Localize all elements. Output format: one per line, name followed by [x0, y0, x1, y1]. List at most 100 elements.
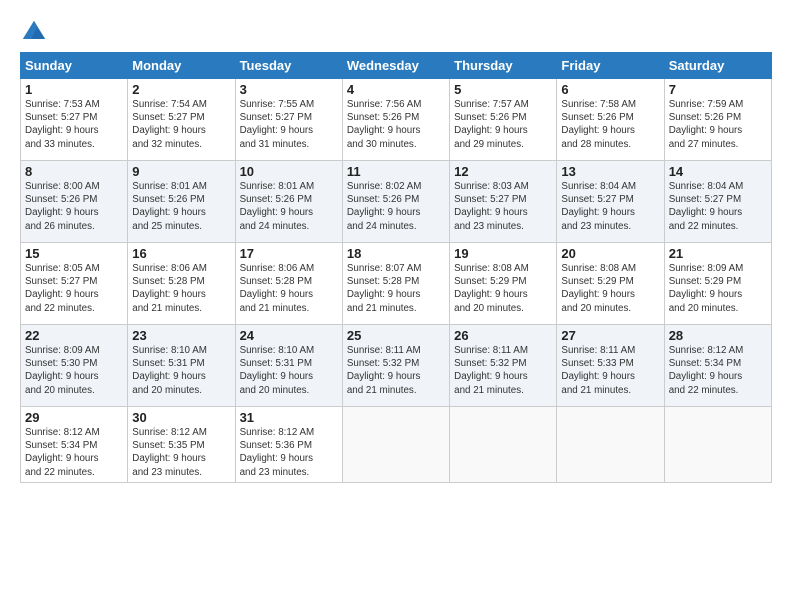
day-number: 24: [240, 328, 338, 343]
day-info: Sunrise: 8:11 AMSunset: 5:32 PMDaylight:…: [454, 344, 552, 397]
calendar-cell: 12Sunrise: 8:03 AMSunset: 5:27 PMDayligh…: [450, 161, 557, 243]
day-info: Sunrise: 8:02 AMSunset: 5:26 PMDaylight:…: [347, 180, 445, 233]
calendar-cell: 17Sunrise: 8:06 AMSunset: 5:28 PMDayligh…: [235, 243, 342, 325]
day-number: 20: [561, 246, 659, 261]
calendar-cell: 30Sunrise: 8:12 AMSunset: 5:35 PMDayligh…: [128, 407, 235, 483]
calendar-header-friday: Friday: [557, 53, 664, 79]
calendar-header-thursday: Thursday: [450, 53, 557, 79]
day-info: Sunrise: 8:00 AMSunset: 5:26 PMDaylight:…: [25, 180, 123, 233]
calendar-cell: 24Sunrise: 8:10 AMSunset: 5:31 PMDayligh…: [235, 325, 342, 407]
day-number: 12: [454, 164, 552, 179]
calendar-cell: 10Sunrise: 8:01 AMSunset: 5:26 PMDayligh…: [235, 161, 342, 243]
day-info: Sunrise: 7:56 AMSunset: 5:26 PMDaylight:…: [347, 98, 445, 151]
day-number: 9: [132, 164, 230, 179]
calendar-cell: 18Sunrise: 8:07 AMSunset: 5:28 PMDayligh…: [342, 243, 449, 325]
calendar-cell: 19Sunrise: 8:08 AMSunset: 5:29 PMDayligh…: [450, 243, 557, 325]
day-info: Sunrise: 8:07 AMSunset: 5:28 PMDaylight:…: [347, 262, 445, 315]
day-number: 16: [132, 246, 230, 261]
calendar-cell: 1Sunrise: 7:53 AMSunset: 5:27 PMDaylight…: [21, 79, 128, 161]
calendar-week-row: 15Sunrise: 8:05 AMSunset: 5:27 PMDayligh…: [21, 243, 772, 325]
day-info: Sunrise: 7:53 AMSunset: 5:27 PMDaylight:…: [25, 98, 123, 151]
calendar-cell: 4Sunrise: 7:56 AMSunset: 5:26 PMDaylight…: [342, 79, 449, 161]
day-info: Sunrise: 8:10 AMSunset: 5:31 PMDaylight:…: [132, 344, 230, 397]
calendar-cell: 15Sunrise: 8:05 AMSunset: 5:27 PMDayligh…: [21, 243, 128, 325]
day-number: 22: [25, 328, 123, 343]
day-info: Sunrise: 8:11 AMSunset: 5:32 PMDaylight:…: [347, 344, 445, 397]
day-number: 27: [561, 328, 659, 343]
calendar-cell: 5Sunrise: 7:57 AMSunset: 5:26 PMDaylight…: [450, 79, 557, 161]
calendar-header-tuesday: Tuesday: [235, 53, 342, 79]
calendar-cell: [664, 407, 771, 483]
calendar-week-row: 8Sunrise: 8:00 AMSunset: 5:26 PMDaylight…: [21, 161, 772, 243]
day-number: 7: [669, 82, 767, 97]
calendar-week-row: 22Sunrise: 8:09 AMSunset: 5:30 PMDayligh…: [21, 325, 772, 407]
day-info: Sunrise: 7:54 AMSunset: 5:27 PMDaylight:…: [132, 98, 230, 151]
calendar-header-wednesday: Wednesday: [342, 53, 449, 79]
calendar-header-saturday: Saturday: [664, 53, 771, 79]
day-number: 21: [669, 246, 767, 261]
day-info: Sunrise: 8:05 AMSunset: 5:27 PMDaylight:…: [25, 262, 123, 315]
day-info: Sunrise: 8:12 AMSunset: 5:34 PMDaylight:…: [669, 344, 767, 397]
calendar-cell: 11Sunrise: 8:02 AMSunset: 5:26 PMDayligh…: [342, 161, 449, 243]
day-number: 5: [454, 82, 552, 97]
day-info: Sunrise: 8:04 AMSunset: 5:27 PMDaylight:…: [561, 180, 659, 233]
day-info: Sunrise: 8:09 AMSunset: 5:30 PMDaylight:…: [25, 344, 123, 397]
calendar-cell: 21Sunrise: 8:09 AMSunset: 5:29 PMDayligh…: [664, 243, 771, 325]
day-info: Sunrise: 8:06 AMSunset: 5:28 PMDaylight:…: [132, 262, 230, 315]
calendar-cell: 13Sunrise: 8:04 AMSunset: 5:27 PMDayligh…: [557, 161, 664, 243]
calendar-cell: 9Sunrise: 8:01 AMSunset: 5:26 PMDaylight…: [128, 161, 235, 243]
day-info: Sunrise: 7:55 AMSunset: 5:27 PMDaylight:…: [240, 98, 338, 151]
day-info: Sunrise: 8:10 AMSunset: 5:31 PMDaylight:…: [240, 344, 338, 397]
day-info: Sunrise: 8:08 AMSunset: 5:29 PMDaylight:…: [454, 262, 552, 315]
day-number: 14: [669, 164, 767, 179]
day-number: 6: [561, 82, 659, 97]
calendar-cell: [450, 407, 557, 483]
day-number: 25: [347, 328, 445, 343]
day-info: Sunrise: 7:57 AMSunset: 5:26 PMDaylight:…: [454, 98, 552, 151]
day-info: Sunrise: 8:12 AMSunset: 5:36 PMDaylight:…: [240, 426, 338, 479]
day-number: 28: [669, 328, 767, 343]
page-container: SundayMondayTuesdayWednesdayThursdayFrid…: [0, 0, 792, 493]
logo: [20, 18, 50, 46]
calendar-cell: 23Sunrise: 8:10 AMSunset: 5:31 PMDayligh…: [128, 325, 235, 407]
calendar-cell: 26Sunrise: 8:11 AMSunset: 5:32 PMDayligh…: [450, 325, 557, 407]
day-number: 13: [561, 164, 659, 179]
calendar-header-sunday: Sunday: [21, 53, 128, 79]
calendar-table: SundayMondayTuesdayWednesdayThursdayFrid…: [20, 52, 772, 483]
day-info: Sunrise: 7:59 AMSunset: 5:26 PMDaylight:…: [669, 98, 767, 151]
header: [20, 18, 772, 46]
calendar-header-monday: Monday: [128, 53, 235, 79]
calendar-cell: [557, 407, 664, 483]
calendar-cell: 7Sunrise: 7:59 AMSunset: 5:26 PMDaylight…: [664, 79, 771, 161]
day-number: 1: [25, 82, 123, 97]
day-number: 26: [454, 328, 552, 343]
calendar-cell: 3Sunrise: 7:55 AMSunset: 5:27 PMDaylight…: [235, 79, 342, 161]
day-number: 17: [240, 246, 338, 261]
day-info: Sunrise: 8:09 AMSunset: 5:29 PMDaylight:…: [669, 262, 767, 315]
day-info: Sunrise: 8:06 AMSunset: 5:28 PMDaylight:…: [240, 262, 338, 315]
calendar-header-row: SundayMondayTuesdayWednesdayThursdayFrid…: [21, 53, 772, 79]
day-number: 30: [132, 410, 230, 425]
calendar-cell: 29Sunrise: 8:12 AMSunset: 5:34 PMDayligh…: [21, 407, 128, 483]
day-info: Sunrise: 8:08 AMSunset: 5:29 PMDaylight:…: [561, 262, 659, 315]
day-info: Sunrise: 8:01 AMSunset: 5:26 PMDaylight:…: [240, 180, 338, 233]
calendar-cell: 22Sunrise: 8:09 AMSunset: 5:30 PMDayligh…: [21, 325, 128, 407]
calendar-cell: 2Sunrise: 7:54 AMSunset: 5:27 PMDaylight…: [128, 79, 235, 161]
calendar-cell: 6Sunrise: 7:58 AMSunset: 5:26 PMDaylight…: [557, 79, 664, 161]
calendar-cell: 27Sunrise: 8:11 AMSunset: 5:33 PMDayligh…: [557, 325, 664, 407]
day-number: 19: [454, 246, 552, 261]
day-info: Sunrise: 8:12 AMSunset: 5:35 PMDaylight:…: [132, 426, 230, 479]
calendar-cell: 8Sunrise: 8:00 AMSunset: 5:26 PMDaylight…: [21, 161, 128, 243]
day-info: Sunrise: 8:12 AMSunset: 5:34 PMDaylight:…: [25, 426, 123, 479]
day-info: Sunrise: 8:04 AMSunset: 5:27 PMDaylight:…: [669, 180, 767, 233]
day-number: 31: [240, 410, 338, 425]
calendar-cell: 28Sunrise: 8:12 AMSunset: 5:34 PMDayligh…: [664, 325, 771, 407]
calendar-cell: 25Sunrise: 8:11 AMSunset: 5:32 PMDayligh…: [342, 325, 449, 407]
day-info: Sunrise: 7:58 AMSunset: 5:26 PMDaylight:…: [561, 98, 659, 151]
calendar-cell: 16Sunrise: 8:06 AMSunset: 5:28 PMDayligh…: [128, 243, 235, 325]
day-number: 2: [132, 82, 230, 97]
day-info: Sunrise: 8:11 AMSunset: 5:33 PMDaylight:…: [561, 344, 659, 397]
day-number: 23: [132, 328, 230, 343]
calendar-cell: 14Sunrise: 8:04 AMSunset: 5:27 PMDayligh…: [664, 161, 771, 243]
calendar-week-row: 1Sunrise: 7:53 AMSunset: 5:27 PMDaylight…: [21, 79, 772, 161]
